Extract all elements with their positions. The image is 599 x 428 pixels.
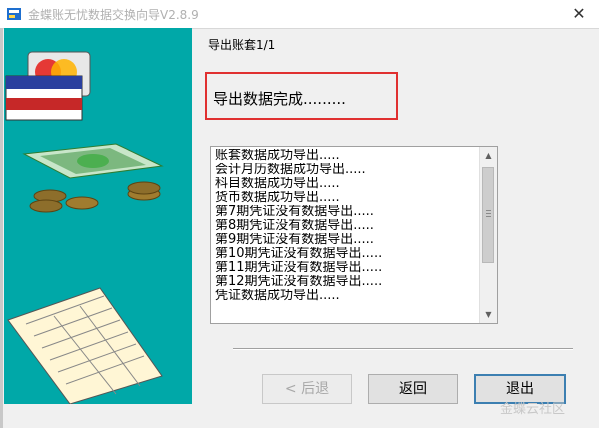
thumb-grip-line — [486, 213, 491, 214]
log-line: 第10期凭证没有数据导出..... — [215, 247, 383, 261]
wizard-side-illustration — [4, 28, 192, 404]
log-line: 货币数据成功导出..... — [215, 191, 340, 205]
button-separator — [233, 348, 573, 350]
log-line: 科目数据成功导出..... — [215, 177, 340, 191]
scroll-down-icon[interactable]: ▼ — [480, 306, 497, 323]
thumb-grip-line — [486, 216, 491, 217]
log-line: 第8期凭证没有数据导出..... — [215, 219, 374, 233]
flag-card-icon — [5, 75, 83, 121]
coins-icon — [29, 181, 161, 213]
return-button[interactable]: 返回 — [368, 374, 458, 404]
log-line: 第7期凭证没有数据导出..... — [215, 205, 374, 219]
status-highlight: 导出数据完成......... — [205, 72, 398, 120]
close-button[interactable]: ✕ — [564, 2, 594, 26]
window-border — [0, 28, 3, 428]
thumb-grip-line — [486, 210, 491, 211]
log-line: 第9期凭证没有数据导出..... — [215, 233, 374, 247]
log-line: 第11期凭证没有数据导出..... — [215, 261, 383, 275]
app-icon — [7, 8, 21, 20]
export-complete-text: 导出数据完成......... — [213, 90, 346, 108]
finance-illustration — [5, 51, 164, 404]
vertical-scrollbar[interactable]: ▲ ▼ — [479, 147, 497, 323]
log-list: 账套数据成功导出..... 会计月历数据成功导出..... 科目数据成功导出....… — [215, 149, 477, 303]
scroll-thumb[interactable] — [482, 167, 494, 263]
export-progress-label: 导出账套1/1 — [208, 38, 276, 52]
log-line: 账套数据成功导出..... — [215, 149, 340, 163]
window-title: 金蝶账无忧数据交换向导V2.8.9 — [28, 8, 199, 22]
watermark-text: 金蝶云社区 — [500, 402, 566, 417]
log-line: 第12期凭证没有数据导出..... — [215, 275, 383, 289]
banknote-icon — [22, 143, 164, 179]
ledger-sheet-icon — [7, 287, 163, 404]
back-button[interactable]: < 后退 — [262, 374, 352, 404]
export-log-listbox[interactable]: 账套数据成功导出..... 会计月历数据成功导出..... 科目数据成功导出....… — [210, 146, 498, 324]
title-bar: 金蝶账无忧数据交换向导V2.8.9 ✕ — [0, 0, 599, 29]
log-line: 会计月历数据成功导出..... — [215, 163, 366, 177]
scroll-up-icon[interactable]: ▲ — [480, 147, 497, 164]
log-line: 凭证数据成功导出..... — [215, 289, 340, 303]
